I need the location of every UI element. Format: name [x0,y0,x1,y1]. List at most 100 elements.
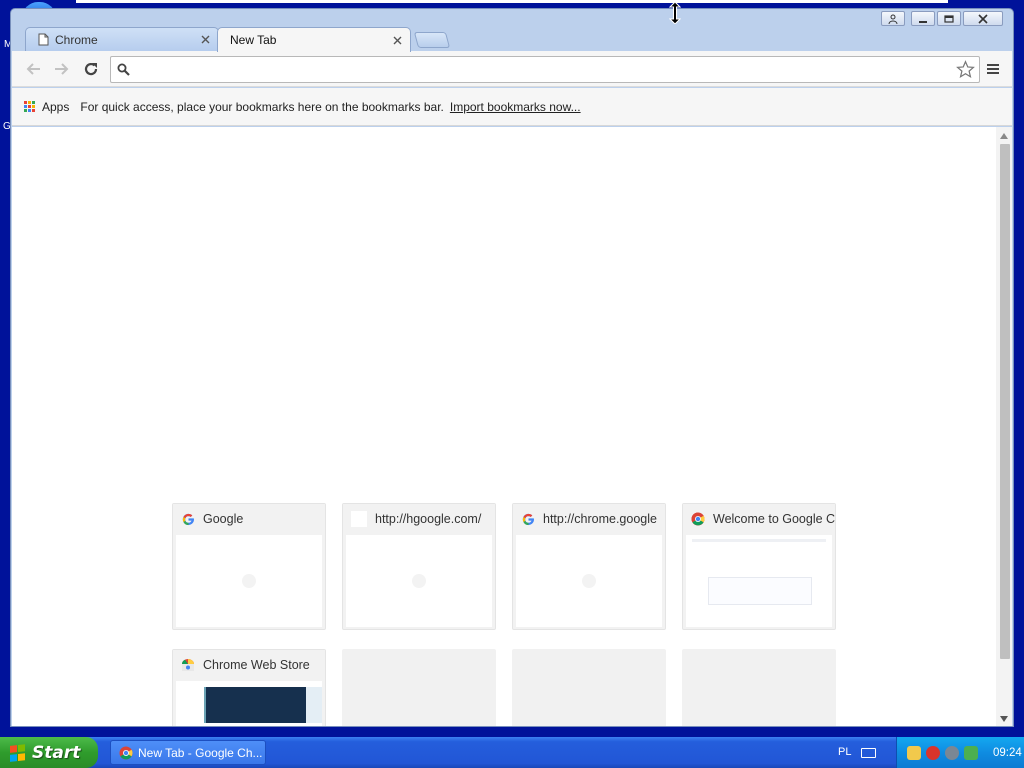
tile-header: Google [173,504,325,534]
welcome-page-preview [686,535,832,627]
tab-title: New Tab [230,33,277,47]
tab-new-tab[interactable]: New Tab [217,27,411,52]
loading-dot [582,574,596,588]
tile-title: Google [203,512,244,526]
most-visited-tile[interactable]: http://chrome.google [512,503,666,630]
chrome-window: Chrome New Tab Apps For quick access, pl… [10,8,1014,727]
bookmarks-hint-text: For quick access, place your bookmarks h… [80,99,444,114]
preview-card [708,577,812,605]
toolbar [12,51,1012,87]
chrome-icon [119,746,133,759]
web-store-preview [176,681,322,726]
tab-close-button[interactable] [198,33,212,47]
bookmark-star-icon[interactable] [956,60,975,79]
scrollbar-thumb[interactable] [1000,144,1010,659]
clock[interactable]: 09:24 [993,747,1022,759]
empty-tile [342,649,496,726]
google-g-icon [181,512,195,526]
scroll-down-arrow-icon [1000,716,1008,722]
language-indicator[interactable]: PL [838,746,851,758]
preview-banner [206,687,306,723]
person-icon [888,14,898,24]
most-visited-tile[interactable]: Chrome Web Store [172,649,326,726]
loading-dot [412,574,426,588]
window-controls [881,11,1003,26]
tile-thumbnail [346,535,492,627]
tile-title: Chrome Web Store [203,658,310,672]
tile-header: Chrome Web Store [173,650,325,680]
taskbar: Start New Tab - Google Ch... PL 09:24 [0,737,1024,768]
minimize-button[interactable] [911,11,935,26]
loading-dot [242,574,256,588]
security-alert-icon[interactable] [926,745,940,760]
hamburger-icon [987,64,999,66]
back-arrow-icon [26,63,40,75]
update-tray-icon[interactable] [945,745,959,760]
empty-tile [512,649,666,726]
tile-title: http://chrome.google [543,512,657,526]
restore-button[interactable] [937,11,961,26]
bookmarks-bar: Apps For quick access, place your bookma… [12,88,1012,126]
restore-icon [944,14,954,23]
tab-close-button[interactable] [390,33,404,47]
forward-arrow-icon [55,63,69,75]
keyboard-icon[interactable] [861,748,876,758]
tile-header: http://chrome.google [513,504,665,534]
tile-thumbnail [516,535,662,627]
close-icon [201,35,209,44]
profile-button[interactable] [881,11,905,26]
tab-title: Chrome [55,32,98,47]
tile-header: http://hgoogle.com/ [343,504,495,534]
back-button[interactable] [22,59,44,79]
search-icon [117,63,130,76]
preview-banner-side [306,687,322,723]
most-visited-tile[interactable]: http://hgoogle.com/ [342,503,496,630]
close-icon [393,36,401,44]
new-tab-page: Google http://hgoogle.com/ http://chrome… [12,127,1012,726]
taskbar-item-chrome[interactable]: New Tab - Google Ch... [110,740,266,765]
resize-cursor-icon [669,2,681,24]
desktop-window-edge [76,0,948,3]
reload-button[interactable] [80,59,102,79]
google-g-icon [521,512,535,526]
taskbar-item-label: New Tab - Google Ch... [138,745,263,760]
forward-button[interactable] [51,59,73,79]
most-visited-tile[interactable]: Google [172,503,326,630]
tile-thumbnail [176,681,322,726]
system-tray: 09:24 [896,737,1024,768]
windows-logo-icon [10,743,26,762]
network-tray-icon[interactable] [907,745,921,760]
most-visited-tile[interactable]: Welcome to Google C [682,503,836,630]
scroll-up-arrow-icon [1000,133,1008,139]
empty-tile [682,649,836,726]
tab-chrome[interactable]: Chrome [25,27,219,51]
scroll-down-button[interactable] [999,714,1009,724]
safely-remove-icon[interactable] [964,745,978,760]
page-icon [38,33,49,46]
vertical-scrollbar[interactable] [996,127,1012,726]
omnibox-input[interactable] [137,60,937,79]
tile-title: Welcome to Google C [713,512,835,526]
blank-page-icon [351,511,367,527]
chrome-icon [691,512,705,526]
preview-bar [692,539,826,542]
minimize-icon [919,20,927,23]
hamburger-line [987,68,999,70]
close-icon [978,13,988,24]
start-button[interactable]: Start [0,737,98,768]
chrome-menu-button[interactable] [984,60,1002,78]
tile-title: http://hgoogle.com/ [375,512,482,526]
tile-header: Welcome to Google C [683,504,835,534]
apps-shortcut[interactable]: Apps [42,100,69,114]
apps-grid-icon [24,100,36,113]
omnibox[interactable] [110,56,980,83]
import-bookmarks-link[interactable]: Import bookmarks now... [450,100,581,114]
start-label: Start [32,742,81,763]
close-window-button[interactable] [963,11,1003,26]
reload-icon [84,62,98,76]
tile-thumbnail [176,535,322,627]
tile-thumbnail [686,535,832,627]
new-tab-button[interactable] [413,32,451,48]
scroll-up-button[interactable] [999,131,1009,141]
web-store-icon [181,658,195,672]
